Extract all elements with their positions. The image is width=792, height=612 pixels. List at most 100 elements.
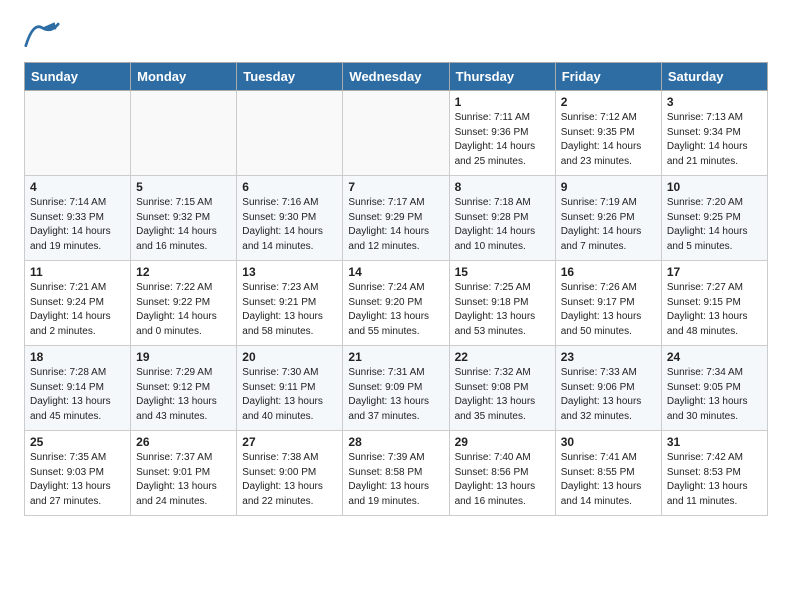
day-info: Sunrise: 7:33 AMSunset: 9:06 PMDaylight:…: [561, 366, 656, 424]
day-info: Sunrise: 7:14 AMSunset: 9:33 PMDaylight:…: [30, 196, 125, 254]
day-info: Sunrise: 7:27 AMSunset: 9:15 PMDaylight:…: [667, 281, 762, 339]
calendar-header-saturday: Saturday: [661, 63, 767, 91]
calendar-cell: 31Sunrise: 7:42 AMSunset: 8:53 PMDayligh…: [661, 431, 767, 516]
day-number: 13: [242, 265, 337, 279]
day-info: Sunrise: 7:16 AMSunset: 9:30 PMDaylight:…: [242, 196, 337, 254]
day-number: 9: [561, 180, 656, 194]
calendar-cell: [131, 91, 237, 176]
day-info: Sunrise: 7:21 AMSunset: 9:24 PMDaylight:…: [30, 281, 125, 339]
day-info: Sunrise: 7:37 AMSunset: 9:01 PMDaylight:…: [136, 451, 231, 509]
day-info: Sunrise: 7:31 AMSunset: 9:09 PMDaylight:…: [348, 366, 443, 424]
day-info: Sunrise: 7:12 AMSunset: 9:35 PMDaylight:…: [561, 111, 656, 169]
calendar-cell: 27 Sunrise: 7:38 AMSunset: 9:00 PMDayligh…: [237, 431, 343, 516]
day-number: 7: [348, 180, 443, 194]
day-number: 26: [136, 435, 231, 449]
day-number: 14: [348, 265, 443, 279]
calendar-cell: 7Sunrise: 7:17 AMSunset: 9:29 PMDaylight…: [343, 176, 449, 261]
calendar-cell: 20 Sunrise: 7:30 AMSunset: 9:11 PMDayligh…: [237, 346, 343, 431]
day-info: Sunrise: 7:25 AMSunset: 9:18 PMDaylight:…: [455, 281, 550, 339]
calendar-header-wednesday: Wednesday: [343, 63, 449, 91]
day-info: Sunrise: 7:38 AMSunset: 9:00 PMDaylight:…: [242, 451, 337, 509]
day-number: 12: [136, 265, 231, 279]
day-number: 30: [561, 435, 656, 449]
day-number: 20: [242, 350, 337, 364]
day-number: 16: [561, 265, 656, 279]
day-number: 8: [455, 180, 550, 194]
day-number: 3: [667, 95, 762, 109]
day-info: Sunrise: 7:30 AMSunset: 9:11 PMDaylight:…: [242, 366, 337, 424]
calendar-cell: 17 Sunrise: 7:27 AMSunset: 9:15 PMDayligh…: [661, 261, 767, 346]
calendar-cell: 2 Sunrise: 7:12 AMSunset: 9:35 PMDaylight…: [555, 91, 661, 176]
calendar-cell: 9 Sunrise: 7:19 AMSunset: 9:26 PMDaylight…: [555, 176, 661, 261]
day-info: Sunrise: 7:18 AMSunset: 9:28 PMDaylight:…: [455, 196, 550, 254]
day-info: Sunrise: 7:11 AMSunset: 9:36 PMDaylight:…: [455, 111, 550, 169]
day-number: 21: [348, 350, 443, 364]
calendar-cell: 14 Sunrise: 7:24 AMSunset: 9:20 PMDayligh…: [343, 261, 449, 346]
day-info: Sunrise: 7:24 AMSunset: 9:20 PMDaylight:…: [348, 281, 443, 339]
day-number: 6: [242, 180, 337, 194]
calendar-cell: 1 Sunrise: 7:11 AMSunset: 9:36 PMDaylight…: [449, 91, 555, 176]
day-number: 17: [667, 265, 762, 279]
calendar-header-friday: Friday: [555, 63, 661, 91]
calendar-cell: 11Sunrise: 7:21 AMSunset: 9:24 PMDayligh…: [25, 261, 131, 346]
week-row-1: 1 Sunrise: 7:11 AMSunset: 9:36 PMDaylight…: [25, 91, 768, 176]
week-row-5: 25Sunrise: 7:35 AMSunset: 9:03 PMDayligh…: [25, 431, 768, 516]
calendar-cell: 18 Sunrise: 7:28 AMSunset: 9:14 PMDayligh…: [25, 346, 131, 431]
day-number: 24: [667, 350, 762, 364]
day-info: Sunrise: 7:26 AMSunset: 9:17 PMDaylight:…: [561, 281, 656, 339]
week-row-3: 11Sunrise: 7:21 AMSunset: 9:24 PMDayligh…: [25, 261, 768, 346]
day-info: Sunrise: 7:28 AMSunset: 9:14 PMDaylight:…: [30, 366, 125, 424]
calendar: SundayMondayTuesdayWednesdayThursdayFrid…: [24, 62, 768, 516]
day-info: Sunrise: 7:13 AMSunset: 9:34 PMDaylight:…: [667, 111, 762, 169]
calendar-cell: 26 Sunrise: 7:37 AMSunset: 9:01 PMDayligh…: [131, 431, 237, 516]
day-number: 18: [30, 350, 125, 364]
day-info: Sunrise: 7:41 AMSunset: 8:55 PMDaylight:…: [561, 451, 656, 509]
day-number: 31: [667, 435, 762, 449]
calendar-cell: 29 Sunrise: 7:40 AMSunset: 8:56 PMDayligh…: [449, 431, 555, 516]
page: SundayMondayTuesdayWednesdayThursdayFrid…: [0, 0, 792, 536]
calendar-cell: [237, 91, 343, 176]
calendar-cell: 21 Sunrise: 7:31 AMSunset: 9:09 PMDayligh…: [343, 346, 449, 431]
logo: [24, 20, 64, 48]
day-number: 25: [30, 435, 125, 449]
day-number: 22: [455, 350, 550, 364]
day-number: 1: [455, 95, 550, 109]
calendar-cell: 12 Sunrise: 7:22 AMSunset: 9:22 PMDayligh…: [131, 261, 237, 346]
calendar-cell: 15 Sunrise: 7:25 AMSunset: 9:18 PMDayligh…: [449, 261, 555, 346]
day-number: 29: [455, 435, 550, 449]
calendar-header-row: SundayMondayTuesdayWednesdayThursdayFrid…: [25, 63, 768, 91]
day-number: 5: [136, 180, 231, 194]
day-number: 4: [30, 180, 125, 194]
calendar-cell: 5 Sunrise: 7:15 AMSunset: 9:32 PMDaylight…: [131, 176, 237, 261]
day-info: Sunrise: 7:15 AMSunset: 9:32 PMDaylight:…: [136, 196, 231, 254]
calendar-cell: 4 Sunrise: 7:14 AMSunset: 9:33 PMDaylight…: [25, 176, 131, 261]
calendar-cell: 3 Sunrise: 7:13 AMSunset: 9:34 PMDaylight…: [661, 91, 767, 176]
calendar-cell: 16 Sunrise: 7:26 AMSunset: 9:17 PMDayligh…: [555, 261, 661, 346]
day-number: 28: [348, 435, 443, 449]
calendar-cell: 10Sunrise: 7:20 AMSunset: 9:25 PMDayligh…: [661, 176, 767, 261]
calendar-header-sunday: Sunday: [25, 63, 131, 91]
day-info: Sunrise: 7:22 AMSunset: 9:22 PMDaylight:…: [136, 281, 231, 339]
day-info: Sunrise: 7:19 AMSunset: 9:26 PMDaylight:…: [561, 196, 656, 254]
day-number: 19: [136, 350, 231, 364]
calendar-cell: 23 Sunrise: 7:33 AMSunset: 9:06 PMDayligh…: [555, 346, 661, 431]
calendar-cell: 30 Sunrise: 7:41 AMSunset: 8:55 PMDayligh…: [555, 431, 661, 516]
day-info: Sunrise: 7:34 AMSunset: 9:05 PMDaylight:…: [667, 366, 762, 424]
calendar-cell: 24 Sunrise: 7:34 AMSunset: 9:05 PMDayligh…: [661, 346, 767, 431]
calendar-cell: 8 Sunrise: 7:18 AMSunset: 9:28 PMDaylight…: [449, 176, 555, 261]
week-row-2: 4 Sunrise: 7:14 AMSunset: 9:33 PMDaylight…: [25, 176, 768, 261]
day-number: 2: [561, 95, 656, 109]
day-info: Sunrise: 7:39 AMSunset: 8:58 PMDaylight:…: [348, 451, 443, 509]
day-info: Sunrise: 7:32 AMSunset: 9:08 PMDaylight:…: [455, 366, 550, 424]
calendar-cell: 6 Sunrise: 7:16 AMSunset: 9:30 PMDaylight…: [237, 176, 343, 261]
calendar-cell: [25, 91, 131, 176]
day-info: Sunrise: 7:23 AMSunset: 9:21 PMDaylight:…: [242, 281, 337, 339]
calendar-cell: 28 Sunrise: 7:39 AMSunset: 8:58 PMDayligh…: [343, 431, 449, 516]
day-number: 15: [455, 265, 550, 279]
calendar-cell: 25Sunrise: 7:35 AMSunset: 9:03 PMDayligh…: [25, 431, 131, 516]
logo-icon: [24, 20, 60, 48]
day-number: 27: [242, 435, 337, 449]
week-row-4: 18 Sunrise: 7:28 AMSunset: 9:14 PMDayligh…: [25, 346, 768, 431]
day-number: 23: [561, 350, 656, 364]
day-info: Sunrise: 7:40 AMSunset: 8:56 PMDaylight:…: [455, 451, 550, 509]
